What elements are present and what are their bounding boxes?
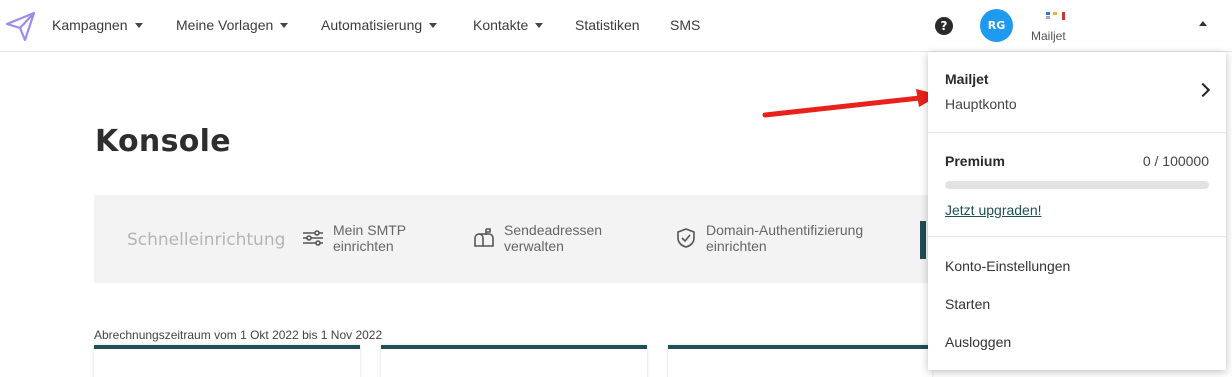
nav-meine-vorlagen-label: Meine Vorlagen — [176, 17, 274, 33]
nav-automatisierung[interactable]: Automatisierung — [321, 17, 438, 33]
avatar[interactable]: RG — [980, 9, 1013, 42]
caret-down-icon — [280, 23, 289, 28]
account-switch-row[interactable]: Mailjet Hauptkonto — [928, 52, 1226, 133]
quick-setup-title: Schnelleinrichtung — [127, 230, 286, 250]
stat-card — [94, 345, 360, 377]
menu-item-start[interactable]: Starten — [945, 296, 990, 312]
nav-kampagnen[interactable]: Kampagnen — [52, 17, 143, 33]
nav-kampagnen-label: Kampagnen — [52, 17, 128, 33]
quick-link-smtp-label: Mein SMTP einrichten — [333, 222, 407, 254]
quick-setup-action-button[interactable] — [920, 221, 926, 259]
plan-usage: 0 / 100000 — [1142, 153, 1209, 169]
nav-kontakte-label: Kontakte — [473, 17, 529, 33]
plan-name: Premium — [945, 153, 1005, 169]
mailjet-logo-icon[interactable] — [5, 10, 37, 42]
help-icon[interactable]: ? — [935, 17, 953, 35]
top-navigation: Kampagnen Meine Vorlagen Automatisierung… — [0, 0, 1232, 52]
quick-link-domain-auth[interactable]: Domain-Authentifizierung einrichten — [674, 222, 863, 254]
nav-kontakte[interactable]: Kontakte — [473, 17, 544, 33]
page-title: Konsole — [95, 124, 231, 159]
menu-item-account-settings[interactable]: Konto-Einstellungen — [945, 258, 1070, 274]
upgrade-link[interactable]: Jetzt upgraden! — [945, 202, 1042, 218]
account-name: Mailjet — [945, 71, 989, 87]
account-logo-icon — [1046, 12, 1065, 20]
quick-link-sender-addresses-label: Sendeadressen verwalten — [504, 222, 603, 254]
caret-down-icon — [134, 23, 143, 28]
billing-period-text: Abrechnungszeitraum vom 1 Okt 2022 bis 1… — [94, 328, 383, 342]
nav-sms[interactable]: SMS — [670, 17, 700, 33]
annotation-arrow-icon — [762, 89, 940, 118]
chevron-right-icon — [1195, 82, 1211, 98]
stat-card — [668, 345, 932, 377]
divider — [928, 236, 1226, 237]
nav-meine-vorlagen[interactable]: Meine Vorlagen — [176, 17, 289, 33]
quick-link-sender-addresses[interactable]: Sendeadressen verwalten — [472, 222, 602, 254]
account-dropdown: Mailjet Hauptkonto Premium 0 / 100000 Je… — [928, 52, 1226, 370]
caret-up-icon[interactable] — [1199, 21, 1207, 26]
menu-item-logout[interactable]: Ausloggen — [945, 334, 1011, 350]
account-type: Hauptkonto — [945, 96, 1017, 112]
quick-link-smtp[interactable]: Mein SMTP einrichten — [301, 222, 406, 254]
sliders-icon — [303, 230, 323, 246]
mailbox-icon — [474, 228, 494, 247]
stat-card — [381, 345, 647, 377]
nav-statistiken-label: Statistiken — [575, 17, 640, 33]
caret-down-icon — [429, 23, 438, 28]
nav-statistiken[interactable]: Statistiken — [575, 17, 640, 33]
nav-automatisierung-label: Automatisierung — [321, 17, 423, 33]
shield-check-icon — [677, 228, 695, 248]
quick-link-domain-auth-label: Domain-Authentifizierung einrichten — [706, 222, 864, 254]
account-switcher-label[interactable]: Mailjet — [1031, 29, 1066, 43]
caret-down-icon — [535, 23, 544, 28]
nav-sms-label: SMS — [670, 17, 701, 33]
usage-progress-bar — [945, 181, 1209, 189]
